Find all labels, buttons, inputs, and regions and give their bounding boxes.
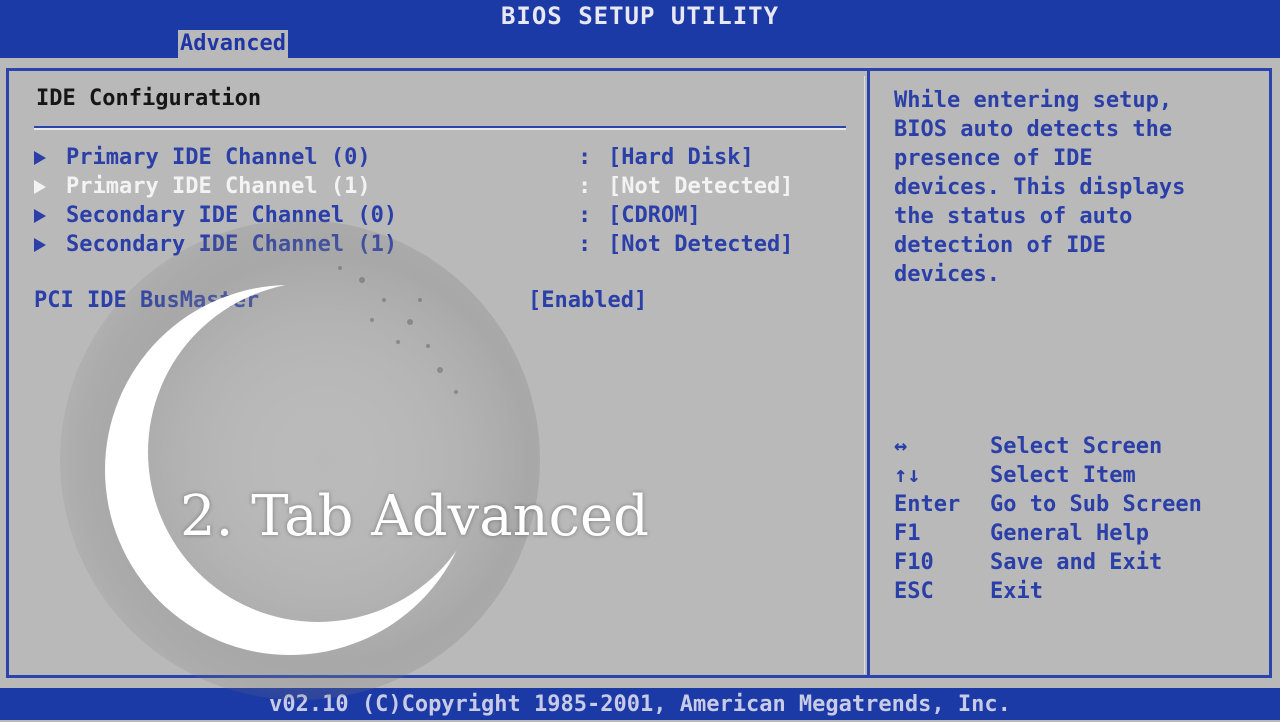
help-line: devices. xyxy=(894,262,1000,287)
key-desc: Go to Sub Screen xyxy=(990,492,1202,517)
help-line: While entering setup, xyxy=(894,88,1173,113)
menu-item-value: [Not Detected] xyxy=(608,174,794,199)
menu-item-colon: : xyxy=(578,174,592,199)
help-line: detection of IDE xyxy=(894,233,1106,258)
section-title: IDE Configuration xyxy=(36,86,262,111)
help-line: the status of auto xyxy=(894,204,1133,229)
key-name: F1 xyxy=(894,521,921,546)
bios-title: BIOS SETUP UTILITY xyxy=(500,2,780,30)
menu-item-label: Primary IDE Channel (0) xyxy=(66,145,371,170)
submenu-arrow-icon xyxy=(34,151,46,165)
menu-item-value: [Hard Disk] xyxy=(608,145,754,170)
section-divider xyxy=(34,126,846,128)
copyright-footer: v02.10 (C)Copyright 1985-2001, American … xyxy=(0,688,1280,720)
help-line: BIOS auto detects the xyxy=(894,117,1173,142)
submenu-arrow-icon xyxy=(34,180,46,194)
menu-item-colon: : xyxy=(578,232,592,257)
menu-item-label: Secondary IDE Channel (0) xyxy=(66,203,398,228)
menu-item-label: Primary IDE Channel (1) xyxy=(66,174,371,199)
panel-divider xyxy=(867,70,870,676)
help-line: presence of IDE xyxy=(894,146,1093,171)
help-line: devices. This displays xyxy=(894,175,1186,200)
key-desc: Select Screen xyxy=(990,434,1163,459)
key-name: ↑↓ xyxy=(894,463,921,488)
key-name: F10 xyxy=(894,550,934,575)
menu-item-colon: : xyxy=(578,145,592,170)
menu-item-value: [CDROM] xyxy=(608,203,701,228)
menu-item-label: Secondary IDE Channel (1) xyxy=(66,232,398,257)
key-desc: Exit xyxy=(990,579,1043,604)
tab-advanced[interactable]: Advanced xyxy=(178,30,288,58)
busmaster-label: PCI IDE BusMaster xyxy=(34,288,260,313)
submenu-arrow-icon xyxy=(34,238,46,252)
key-name: ESC xyxy=(894,579,934,604)
menu-item-value: [Not Detected] xyxy=(608,232,794,257)
submenu-arrow-icon xyxy=(34,209,46,223)
key-desc: Save and Exit xyxy=(990,550,1163,575)
menu-item-colon: : xyxy=(578,203,592,228)
key-desc: Select Item xyxy=(990,463,1136,488)
key-desc: General Help xyxy=(990,521,1149,546)
help-text: While entering setup, BIOS auto detects … xyxy=(894,86,1264,289)
key-name: ↔ xyxy=(894,434,908,459)
busmaster-value[interactable]: [Enabled] xyxy=(528,288,647,313)
key-name: Enter xyxy=(894,492,961,517)
title-bar: BIOS SETUP UTILITY Advanced xyxy=(0,0,1280,58)
